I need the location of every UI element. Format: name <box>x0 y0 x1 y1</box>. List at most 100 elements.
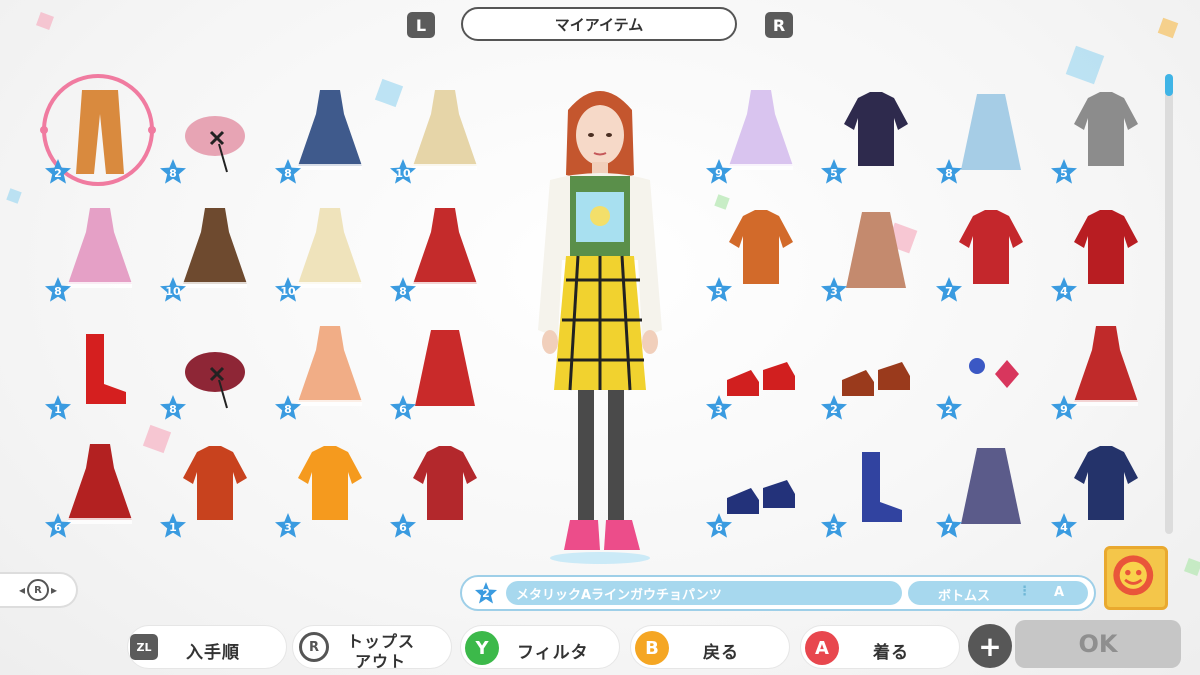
b-button-icon: B <box>635 631 669 665</box>
item-tile-gem-earrings[interactable]: 2 <box>935 316 1047 426</box>
zl-button-icon: ZL <box>130 634 158 660</box>
item-count: 2 <box>54 166 62 180</box>
item-tile-red-heart-dress[interactable]: 8 <box>389 198 501 308</box>
item-thumbnail <box>836 202 916 294</box>
item-count-badge: 6 <box>44 512 72 540</box>
item-tile-red-belted-dress[interactable]: 6 <box>44 434 156 544</box>
item-thumbnail <box>405 438 485 530</box>
decor-cube <box>6 188 22 204</box>
item-tile-navy-loafers[interactable]: 6 <box>705 434 817 544</box>
item-tile-peach-lolita-dress[interactable]: 8 <box>274 316 386 426</box>
item-tile-gray-cardigan[interactable]: 5 <box>1050 80 1162 190</box>
item-count-badge: 5 <box>705 276 733 304</box>
item-tile-navy-hoodie[interactable]: 4 <box>1050 434 1162 544</box>
item-tile-red-crop-top[interactable]: 1 <box>159 434 271 544</box>
item-count-badge: 3 <box>705 394 733 422</box>
page-title-text: マイアイテム <box>554 15 644 34</box>
item-tile-navy-floral-dress[interactable]: 8 <box>274 80 386 190</box>
item-count-badge: 6 <box>705 512 733 540</box>
item-count-badge: 7 <box>935 276 963 304</box>
item-thumbnail <box>721 84 801 176</box>
scrollbar[interactable] <box>1165 74 1173 534</box>
item-thumbnail <box>721 438 801 530</box>
item-tile-argyle-skirt[interactable]: 7 <box>935 434 1047 544</box>
wear-button[interactable]: A 着る <box>800 625 960 669</box>
item-count: 3 <box>284 520 292 534</box>
item-count-badge: 9 <box>1050 394 1078 422</box>
item-tile-red-frill-dress[interactable]: 9 <box>1050 316 1162 426</box>
item-count: 2 <box>945 402 953 416</box>
a-button-icon: A <box>805 631 839 665</box>
item-count-badge: 4 <box>1050 512 1078 540</box>
ok-button[interactable]: OK <box>1015 620 1181 668</box>
y-button-icon: Y <box>465 631 499 665</box>
item-count-badge: 1 <box>44 394 72 422</box>
item-count: 4 <box>1060 284 1068 298</box>
item-tile-navy-pink-sweater[interactable]: 5 <box>820 80 932 190</box>
tops-out-button[interactable]: R トップス アウト <box>292 625 452 671</box>
item-tile-pink-beret[interactable]: 8 <box>159 80 271 190</box>
back-button[interactable]: B 戻る <box>630 625 790 669</box>
item-tile-cream-ribbon-dress[interactable]: 10 <box>274 198 386 308</box>
selected-item-thumbnail <box>1104 546 1168 610</box>
decor-cube <box>1184 558 1200 576</box>
item-tile-blue-knee-boots[interactable]: 3 <box>820 434 932 544</box>
item-tile-red-heels[interactable]: 3 <box>705 316 817 426</box>
item-count: 10 <box>165 284 181 298</box>
item-count-badge: 6 <box>389 512 417 540</box>
item-tile-pastel-sweet-dress[interactable]: 9 <box>705 80 817 190</box>
item-thumbnail <box>951 202 1031 294</box>
scrollbar-thumb[interactable] <box>1165 74 1173 96</box>
item-thumbnail <box>836 84 916 176</box>
item-tile-orange-cherry-tee[interactable]: 3 <box>274 434 386 544</box>
item-tile-red-collar-sweater[interactable]: 6 <box>389 434 501 544</box>
item-count-badge: 10 <box>389 158 417 186</box>
item-thumbnail <box>951 438 1031 530</box>
filter-button[interactable]: Y フィルタ <box>460 625 620 669</box>
item-thumbnail <box>175 320 255 412</box>
item-thumbnail <box>290 84 370 176</box>
item-tile-plaid-maxi-skirt[interactable]: 3 <box>820 198 932 308</box>
arrow-left-icon: ◂ <box>18 583 25 597</box>
item-count-badge: 2 <box>44 158 72 186</box>
item-tile-brown-oxfords[interactable]: 2 <box>820 316 932 426</box>
r-stick-icon: R <box>27 579 49 601</box>
item-tile-red-ankle-boots[interactable]: 1 <box>44 316 156 426</box>
item-count: 8 <box>169 166 177 180</box>
item-tile-pink-pinafore-dress[interactable]: 8 <box>44 198 156 308</box>
item-tile-orange-wide-pants[interactable]: 2 <box>40 74 156 190</box>
wear-label: 着る <box>873 643 909 663</box>
r-shoulder-button[interactable]: R <box>765 12 793 38</box>
item-count-badge: 8 <box>935 158 963 186</box>
category-label: ボトムス <box>938 589 991 604</box>
item-tile-brown-gothic-dress[interactable]: 10 <box>159 198 271 308</box>
item-count: 6 <box>54 520 62 534</box>
item-thumbnail <box>290 320 370 412</box>
r-stick-indicator[interactable]: ◂ R ▸ <box>0 572 78 608</box>
item-tile-gold-ornate-gown[interactable]: 10 <box>389 80 501 190</box>
item-count-badge: 8 <box>274 158 302 186</box>
item-tile-red-leather-jacket[interactable]: 4 <box>1050 198 1162 308</box>
item-count: 9 <box>715 166 723 180</box>
item-thumbnail <box>290 202 370 294</box>
item-tile-blue-tweed-skirt[interactable]: 8 <box>935 80 1047 190</box>
item-thumbnail <box>175 438 255 530</box>
item-tile-wine-beret[interactable]: 8 <box>159 316 271 426</box>
l-shoulder-button[interactable]: L <box>407 12 435 38</box>
item-count: 3 <box>830 284 838 298</box>
decor-cube <box>36 12 54 30</box>
sort-button[interactable]: ZL 入手順 <box>127 625 287 669</box>
item-tile-red-china-top[interactable]: 7 <box>935 198 1047 308</box>
plus-button[interactable]: + <box>968 624 1012 668</box>
separator: ⋮ <box>1018 584 1031 599</box>
item-count: 5 <box>1060 166 1068 180</box>
item-count: 9 <box>1060 402 1068 416</box>
item-count: 1 <box>54 402 62 416</box>
item-thumbnail <box>60 202 140 294</box>
back-label: 戻る <box>703 643 739 663</box>
item-tile-red-polka-skirt[interactable]: 6 <box>389 316 501 426</box>
item-count-badge: 8 <box>389 276 417 304</box>
item-tile-orange-long-shirt[interactable]: 5 <box>705 198 817 308</box>
game-screen: L マイアイテム R 2 8 8 10 8 10 10 8 1 8 8 6 6 1 3 6 9 5 8 5 5 3 7 4 3… <box>0 0 1200 675</box>
item-count-badge: 7 <box>935 512 963 540</box>
